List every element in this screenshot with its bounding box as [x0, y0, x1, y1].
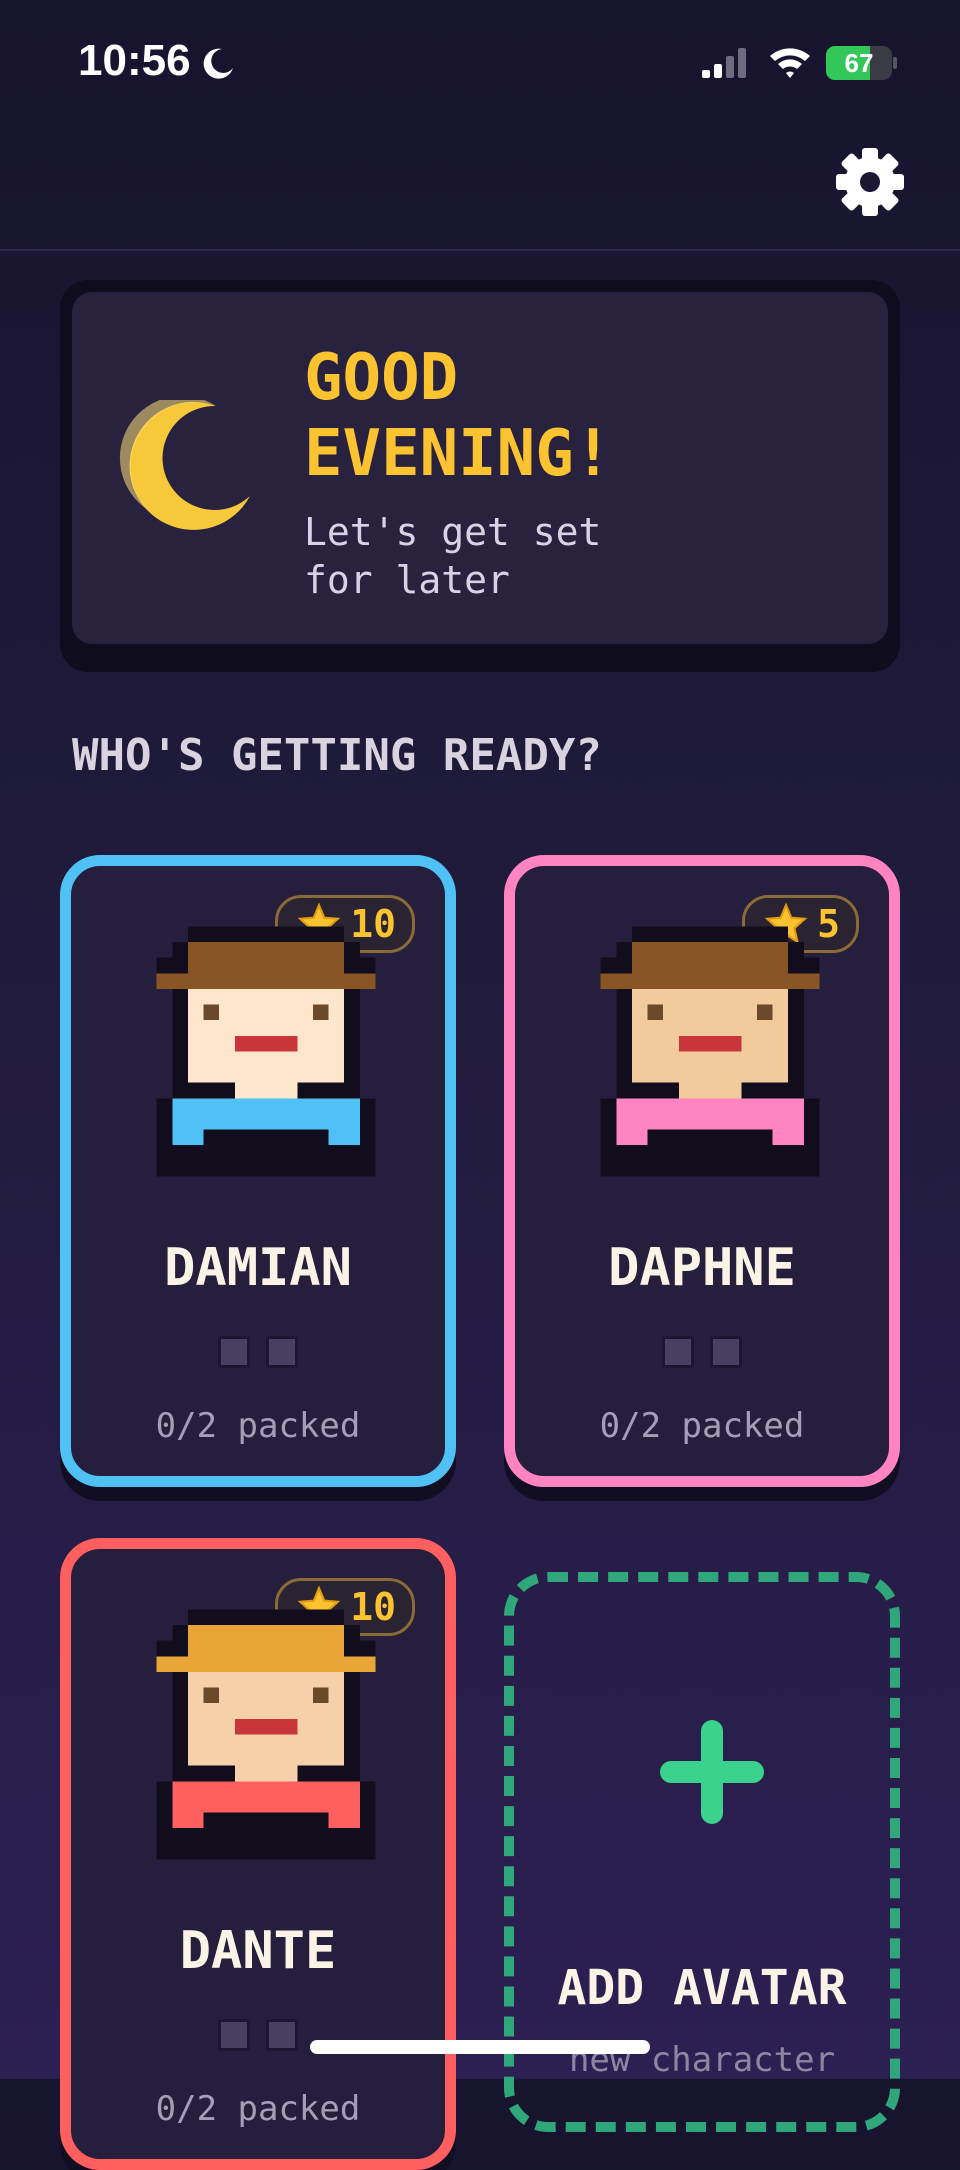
pip [218, 1336, 250, 1368]
avatar-hair-brim [156, 1656, 376, 1672]
pixel-avatar [156, 1609, 376, 1860]
battery-cap [893, 57, 897, 69]
pixel-avatar [156, 926, 376, 1177]
home-indicator[interactable] [310, 2040, 650, 2054]
pip [710, 1336, 742, 1368]
pip [218, 2019, 250, 2051]
cellular-signal-icon [702, 48, 746, 78]
avatar-hair-brim [156, 973, 376, 989]
avatar-mouth [234, 1035, 298, 1052]
avatar-outline [187, 1828, 345, 1844]
status-time: 10:56 [78, 36, 191, 85]
header-divider [0, 249, 960, 251]
greeting-title: GOOD EVENING! [304, 341, 613, 491]
add-avatar-label: ADD AVATAR [557, 1960, 847, 2016]
packing-pips [71, 1336, 445, 1368]
avatar-outline [187, 1145, 345, 1161]
status-bar: 10:56 67 [0, 0, 960, 120]
avatar-eye-right [312, 1687, 329, 1704]
wifi-icon [770, 48, 810, 78]
pip [266, 1336, 298, 1368]
avatar-eye-right [756, 1004, 773, 1021]
avatar-neck [678, 1082, 742, 1099]
character-name: DAMIAN [164, 1238, 352, 1298]
avatar-mouth [234, 1718, 298, 1735]
avatar-outline [187, 926, 345, 942]
battery-percent: 67 [844, 48, 874, 78]
avatar-neck [234, 1765, 298, 1782]
character-card-damian[interactable]: 10 DAMIAN 0/2 packed [60, 855, 456, 1487]
character-name: DAPHNE [608, 1238, 796, 1298]
character-card-dante[interactable]: 10 DANTE 0/2 packed [60, 1538, 456, 2170]
avatar-collar [203, 1812, 329, 1829]
avatar-outline [631, 1145, 789, 1161]
pip [662, 1336, 694, 1368]
pixel-avatar [600, 926, 820, 1177]
avatar-eye-left [203, 1687, 220, 1704]
plus-icon [660, 1720, 764, 1824]
avatar-collar [203, 1129, 329, 1146]
avatar-eye-right [312, 1004, 329, 1021]
avatar-mouth [678, 1035, 742, 1052]
character-card-daphne[interactable]: 5 DAPHNE 0/2 packed [504, 855, 900, 1487]
greeting-subtitle: Let's get set for later [304, 510, 602, 602]
avatar-hair-brim [600, 973, 820, 989]
character-name: DANTE [179, 1921, 337, 1981]
packed-progress: 0/2 packed [155, 1406, 361, 1446]
focus-moon-icon [203, 48, 233, 79]
gear-icon[interactable] [834, 146, 906, 218]
pip [266, 2019, 298, 2051]
packed-progress: 0/2 packed [155, 2089, 361, 2129]
section-title: WHO'S GETTING READY? [72, 730, 602, 781]
avatar-outline [187, 1609, 345, 1625]
battery-indicator: 67 [826, 46, 892, 80]
crescent-moon-icon [119, 400, 250, 530]
packed-progress: 0/2 packed [599, 1406, 805, 1446]
avatar-outline [631, 926, 789, 942]
avatar-eye-left [647, 1004, 664, 1021]
packing-pips [515, 1336, 889, 1368]
avatar-eye-left [203, 1004, 220, 1021]
avatar-collar [647, 1129, 773, 1146]
avatar-neck [234, 1082, 298, 1099]
